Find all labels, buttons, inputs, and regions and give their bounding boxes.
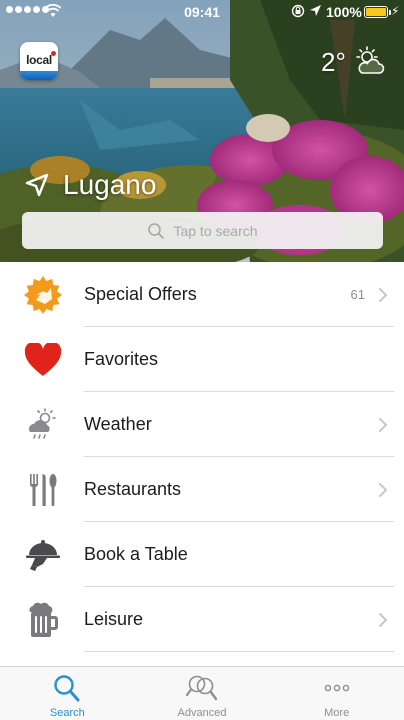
menu-list: Special Offers 61 Favorites Weather Rest… <box>0 262 404 652</box>
menu-item-label: Book a Table <box>84 544 188 564</box>
orientation-lock-icon <box>291 4 305 18</box>
fork-knife-icon <box>22 469 64 511</box>
charging-bolt-icon: ⚡ <box>391 4 400 18</box>
more-dots-icon <box>324 684 349 692</box>
search-icon <box>54 675 80 702</box>
menu-item-leisure[interactable]: Leisure <box>0 587 404 652</box>
search-placeholder: Tap to search <box>173 222 258 239</box>
hero-banner: 09:41 100% ⚡ local 2° Lugano Tap to sear… <box>0 0 404 262</box>
chevron-right-icon <box>379 483 387 497</box>
advanced-search-icon <box>186 675 218 701</box>
tab-label: Search <box>49 707 85 719</box>
battery-icon <box>364 6 391 18</box>
partly-cloudy-icon[interactable] <box>353 46 385 76</box>
menu-item-label: Restaurants <box>84 479 182 499</box>
app-logo[interactable]: local <box>20 42 58 80</box>
menu-item-label: Leisure <box>84 609 144 629</box>
menu-item-favorites[interactable]: Favorites <box>0 327 404 392</box>
menu-item-label: Special Offers <box>84 284 197 304</box>
serving-cloche-icon <box>22 534 64 576</box>
tab-label: Advanced <box>177 707 227 719</box>
menu-item-weather[interactable]: Weather <box>0 392 404 457</box>
weather-icon <box>22 404 64 446</box>
special-offers-count: 61 <box>350 287 365 302</box>
search-input[interactable]: Tap to search <box>22 212 383 249</box>
chevron-right-icon <box>379 288 387 302</box>
tab-advanced[interactable]: Advanced <box>135 667 270 720</box>
status-bar: 09:41 100% ⚡ <box>0 0 404 24</box>
current-temperature[interactable]: 2° <box>321 47 346 78</box>
menu-item-special-offers[interactable]: Special Offers 61 <box>0 262 404 327</box>
chevron-right-icon <box>379 613 387 627</box>
battery-percentage: 100% <box>326 4 362 20</box>
menu-item-book-a-table[interactable]: Book a Table <box>0 522 404 587</box>
city-name: Lugano <box>63 169 157 200</box>
tab-label: More <box>324 707 350 719</box>
tab-more[interactable]: More <box>269 667 404 720</box>
current-location[interactable]: Lugano <box>24 168 156 202</box>
tab-bar: Search Advanced More <box>0 666 404 720</box>
heart-icon <box>22 339 64 381</box>
beer-mug-icon <box>22 599 64 641</box>
menu-item-restaurants[interactable]: Restaurants <box>0 457 404 522</box>
location-services-icon <box>310 5 321 16</box>
special-offers-badge-icon <box>22 274 64 316</box>
chevron-right-icon <box>379 418 387 432</box>
menu-item-label: Favorites <box>84 349 159 369</box>
menu-item-label: Weather <box>84 414 152 434</box>
location-arrow-icon <box>25 173 49 197</box>
tab-search[interactable]: Search <box>0 667 135 720</box>
search-icon <box>148 222 165 239</box>
